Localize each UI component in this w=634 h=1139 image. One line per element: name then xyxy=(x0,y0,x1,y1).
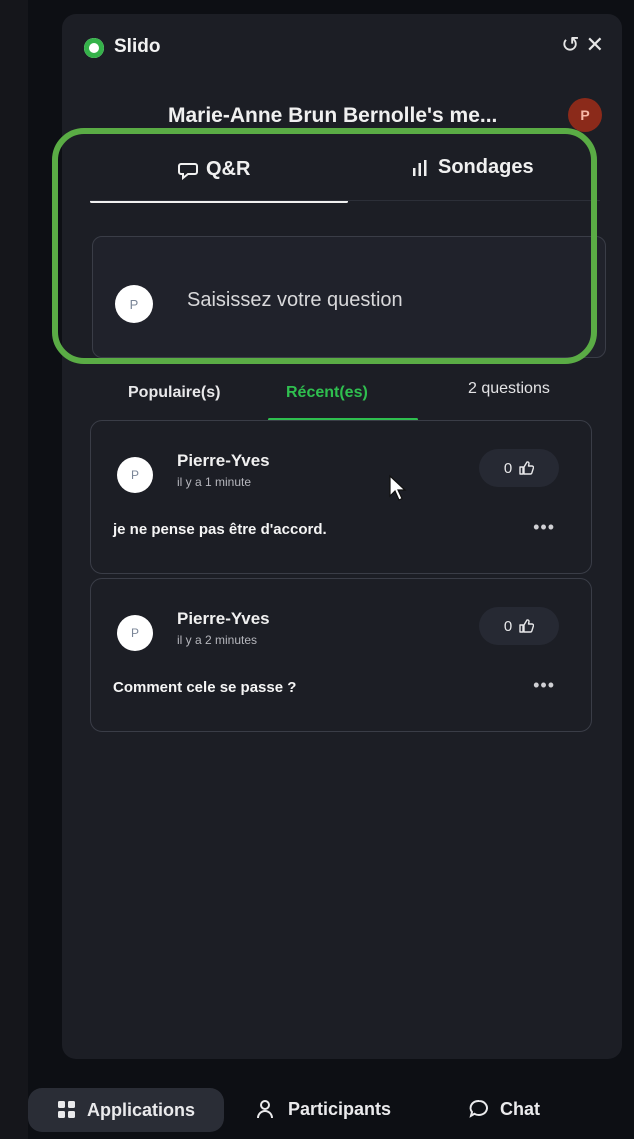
app-name: Slido xyxy=(114,36,161,57)
question-card: P Pierre-Yves il y a 1 minute 0 je ne pe… xyxy=(90,420,592,574)
like-count: 0 xyxy=(503,459,513,477)
question-count: 2 questions xyxy=(468,380,550,397)
tabs-divider xyxy=(90,200,600,201)
close-icon[interactable]: ✕ xyxy=(586,32,610,57)
like-button[interactable]: 0 xyxy=(479,607,559,645)
window-edge xyxy=(0,0,28,1139)
like-button[interactable]: 0 xyxy=(479,449,559,487)
question-filters: Populaire(s) Récent(es) 2 questions xyxy=(90,378,590,421)
question-author: Pierre-Yves xyxy=(177,609,270,628)
tab-polls-label: Sondages xyxy=(438,156,534,178)
participants-button[interactable]: Participants xyxy=(256,1098,391,1120)
ask-placeholder: Saisissez votre question xyxy=(187,289,403,311)
speech-bubble-icon xyxy=(178,162,198,180)
like-count: 0 xyxy=(503,617,513,635)
more-options-icon[interactable]: ••• xyxy=(533,517,555,538)
history-icon[interactable]: ↺ xyxy=(561,32,585,57)
chat-bubble-icon xyxy=(469,1100,488,1118)
thumbs-up-icon xyxy=(519,461,535,475)
applications-label: Applications xyxy=(86,1099,195,1120)
question-time: il y a 2 minutes xyxy=(177,633,258,647)
header-actions: ↺✕ xyxy=(561,32,610,58)
slido-logo-icon xyxy=(84,38,104,58)
thumbs-up-icon xyxy=(519,619,535,633)
app-header: Slido ↺✕ xyxy=(80,28,610,68)
tab-qa[interactable]: Q&R xyxy=(178,158,250,181)
meeting-bottom-bar: Applications Participants Chat xyxy=(28,1080,634,1139)
mouse-cursor-icon xyxy=(389,474,407,501)
tab-polls[interactable]: Sondages xyxy=(410,156,534,179)
tab-qa-label: Q&R xyxy=(206,158,251,180)
question-text: Comment cele se passe ? xyxy=(113,679,297,696)
tab-bar: Q&R Sondages xyxy=(90,150,590,210)
participants-icon xyxy=(257,1100,273,1119)
bar-chart-icon xyxy=(413,159,427,176)
participants-label: Participants xyxy=(288,1098,392,1119)
question-time: il y a 1 minute xyxy=(177,475,252,489)
meeting-row: Marie-Anne Brun Bernolle's me... P xyxy=(80,98,610,138)
ask-question-input[interactable]: P Saisissez votre question xyxy=(92,236,606,358)
chat-button[interactable]: Chat xyxy=(468,1098,540,1120)
question-author-avatar: P xyxy=(117,457,153,493)
host-avatar[interactable]: P xyxy=(568,98,602,132)
user-avatar: P xyxy=(115,285,153,323)
question-card: P Pierre-Yves il y a 2 minutes 0 Comment… xyxy=(90,578,592,732)
question-author-avatar: P xyxy=(117,615,153,651)
filter-popular[interactable]: Populaire(s) xyxy=(128,384,220,402)
chat-label: Chat xyxy=(500,1098,540,1119)
filter-recent[interactable]: Récent(es) xyxy=(286,384,368,402)
apps-grid-icon xyxy=(57,1101,75,1118)
question-author: Pierre-Yves xyxy=(177,451,270,470)
meeting-title: Marie-Anne Brun Bernolle's me... xyxy=(168,104,498,127)
applications-button[interactable]: Applications xyxy=(28,1088,224,1132)
more-options-icon[interactable]: ••• xyxy=(533,675,555,696)
question-text: je ne pense pas être d'accord. xyxy=(113,521,327,538)
